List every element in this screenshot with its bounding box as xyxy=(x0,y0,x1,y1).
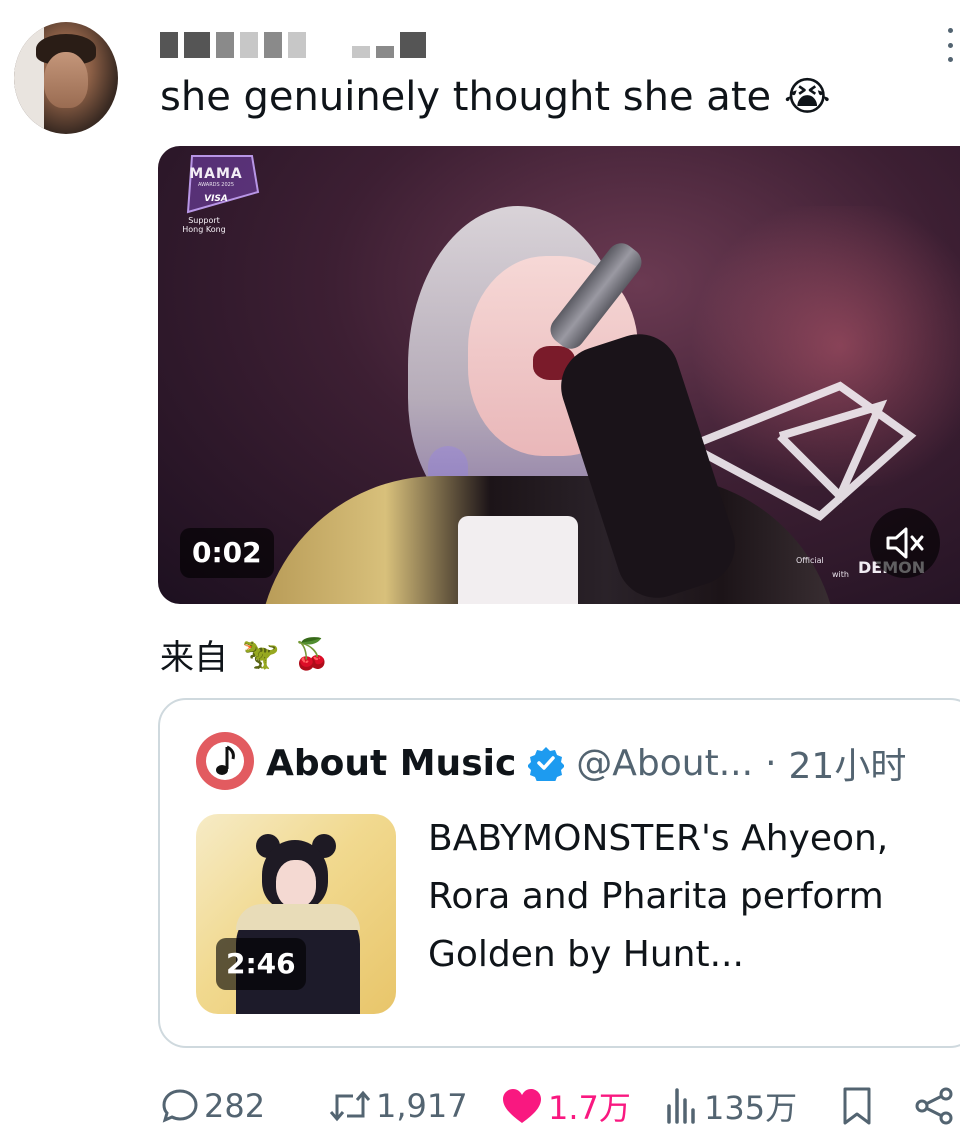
thumb-shoulder xyxy=(236,904,360,930)
tweet-text: she genuinely thought she ate 😭 xyxy=(160,74,831,120)
music-note-icon xyxy=(206,742,244,780)
reply-icon xyxy=(162,1089,198,1123)
tweet-page: she genuinely thought she ate 😭 MAMA AWA… xyxy=(0,0,960,1134)
reply-button[interactable]: 282 xyxy=(160,1082,265,1130)
blur-block xyxy=(216,32,234,58)
views-button[interactable]: 135万 xyxy=(664,1082,797,1130)
author-name-blurred[interactable] xyxy=(160,30,426,60)
blur-block xyxy=(184,32,210,58)
avatar-face xyxy=(44,52,88,108)
bookmark-icon xyxy=(843,1087,871,1125)
mama-logo-text: MAMA xyxy=(189,166,243,182)
tweet-action-bar: 282 1,917 1.7万 135万 xyxy=(160,1082,960,1130)
retweet-count: 1,917 xyxy=(376,1087,468,1125)
verified-badge-icon xyxy=(528,747,565,781)
heart-icon xyxy=(503,1089,541,1123)
tweet-text-body: she genuinely thought she ate xyxy=(160,74,772,120)
crying-face-emoji: 😭 xyxy=(783,74,831,120)
support-line-2: Hong Kong xyxy=(182,225,226,234)
bookmark-button[interactable] xyxy=(840,1082,874,1130)
more-options-icon[interactable] xyxy=(946,28,954,62)
quoted-tweet-time[interactable]: 21小时 xyxy=(789,737,907,789)
blur-block xyxy=(352,46,370,58)
support-hong-kong-text: Support Hong Kong xyxy=(172,216,236,234)
video-timestamp: 0:02 xyxy=(180,528,274,578)
share-icon xyxy=(915,1087,953,1125)
quoted-author-avatar[interactable] xyxy=(196,732,254,790)
mama-logo-subtext: AWARDS 2025 xyxy=(197,182,235,188)
blur-block xyxy=(160,32,178,58)
quoted-tweet-text: BABYMONSTER's Ahyeon, Rora and Pharita p… xyxy=(428,818,889,975)
support-line-1: Support xyxy=(188,216,220,225)
tweet-video[interactable]: MAMA AWARDS 2025 VISA Support Hong Kong … xyxy=(158,146,960,604)
avatar-background xyxy=(14,22,44,134)
quoted-tweet-card[interactable]: About Music @About... · 21小时 2:46 BABYMO… xyxy=(158,698,960,1048)
thumbnail-duration: 2:46 xyxy=(216,938,306,990)
blur-block xyxy=(288,32,306,58)
blur-block xyxy=(400,32,426,58)
like-count: 1.7万 xyxy=(548,1089,631,1127)
quoted-video-thumbnail[interactable]: 2:46 xyxy=(196,814,396,1014)
corner-official-text: Official xyxy=(796,556,824,565)
source-label: 来自 xyxy=(160,637,228,678)
reply-count: 282 xyxy=(204,1087,266,1125)
header-separator: · xyxy=(765,742,777,784)
quoted-author-name[interactable]: About Music xyxy=(266,743,516,784)
quoted-author-handle[interactable]: @About... xyxy=(576,743,753,784)
views-count: 135万 xyxy=(704,1089,798,1127)
cherry-emoji: 🍒 xyxy=(293,636,331,672)
thumb-face xyxy=(276,860,316,908)
retweet-icon xyxy=(329,1090,371,1122)
dinosaur-emoji: 🦖 xyxy=(242,636,280,672)
mute-button[interactable] xyxy=(870,508,940,578)
performer-shirt xyxy=(458,516,578,604)
like-button[interactable]: 1.7万 xyxy=(500,1082,631,1130)
author-avatar[interactable] xyxy=(14,22,118,134)
share-button[interactable] xyxy=(912,1082,956,1130)
source-line: 来自 🦖 🍒 xyxy=(160,632,331,678)
retweet-button[interactable]: 1,917 xyxy=(328,1082,468,1130)
visa-logo-text: VISA xyxy=(204,194,228,204)
blur-block xyxy=(240,32,258,58)
blur-block xyxy=(376,46,394,58)
quoted-tweet-header: About Music @About... · 21小时 xyxy=(266,738,956,788)
views-bar-chart-icon xyxy=(667,1088,695,1124)
blur-block xyxy=(264,32,282,58)
mute-icon xyxy=(886,527,924,559)
corner-with-text: with xyxy=(832,570,849,579)
